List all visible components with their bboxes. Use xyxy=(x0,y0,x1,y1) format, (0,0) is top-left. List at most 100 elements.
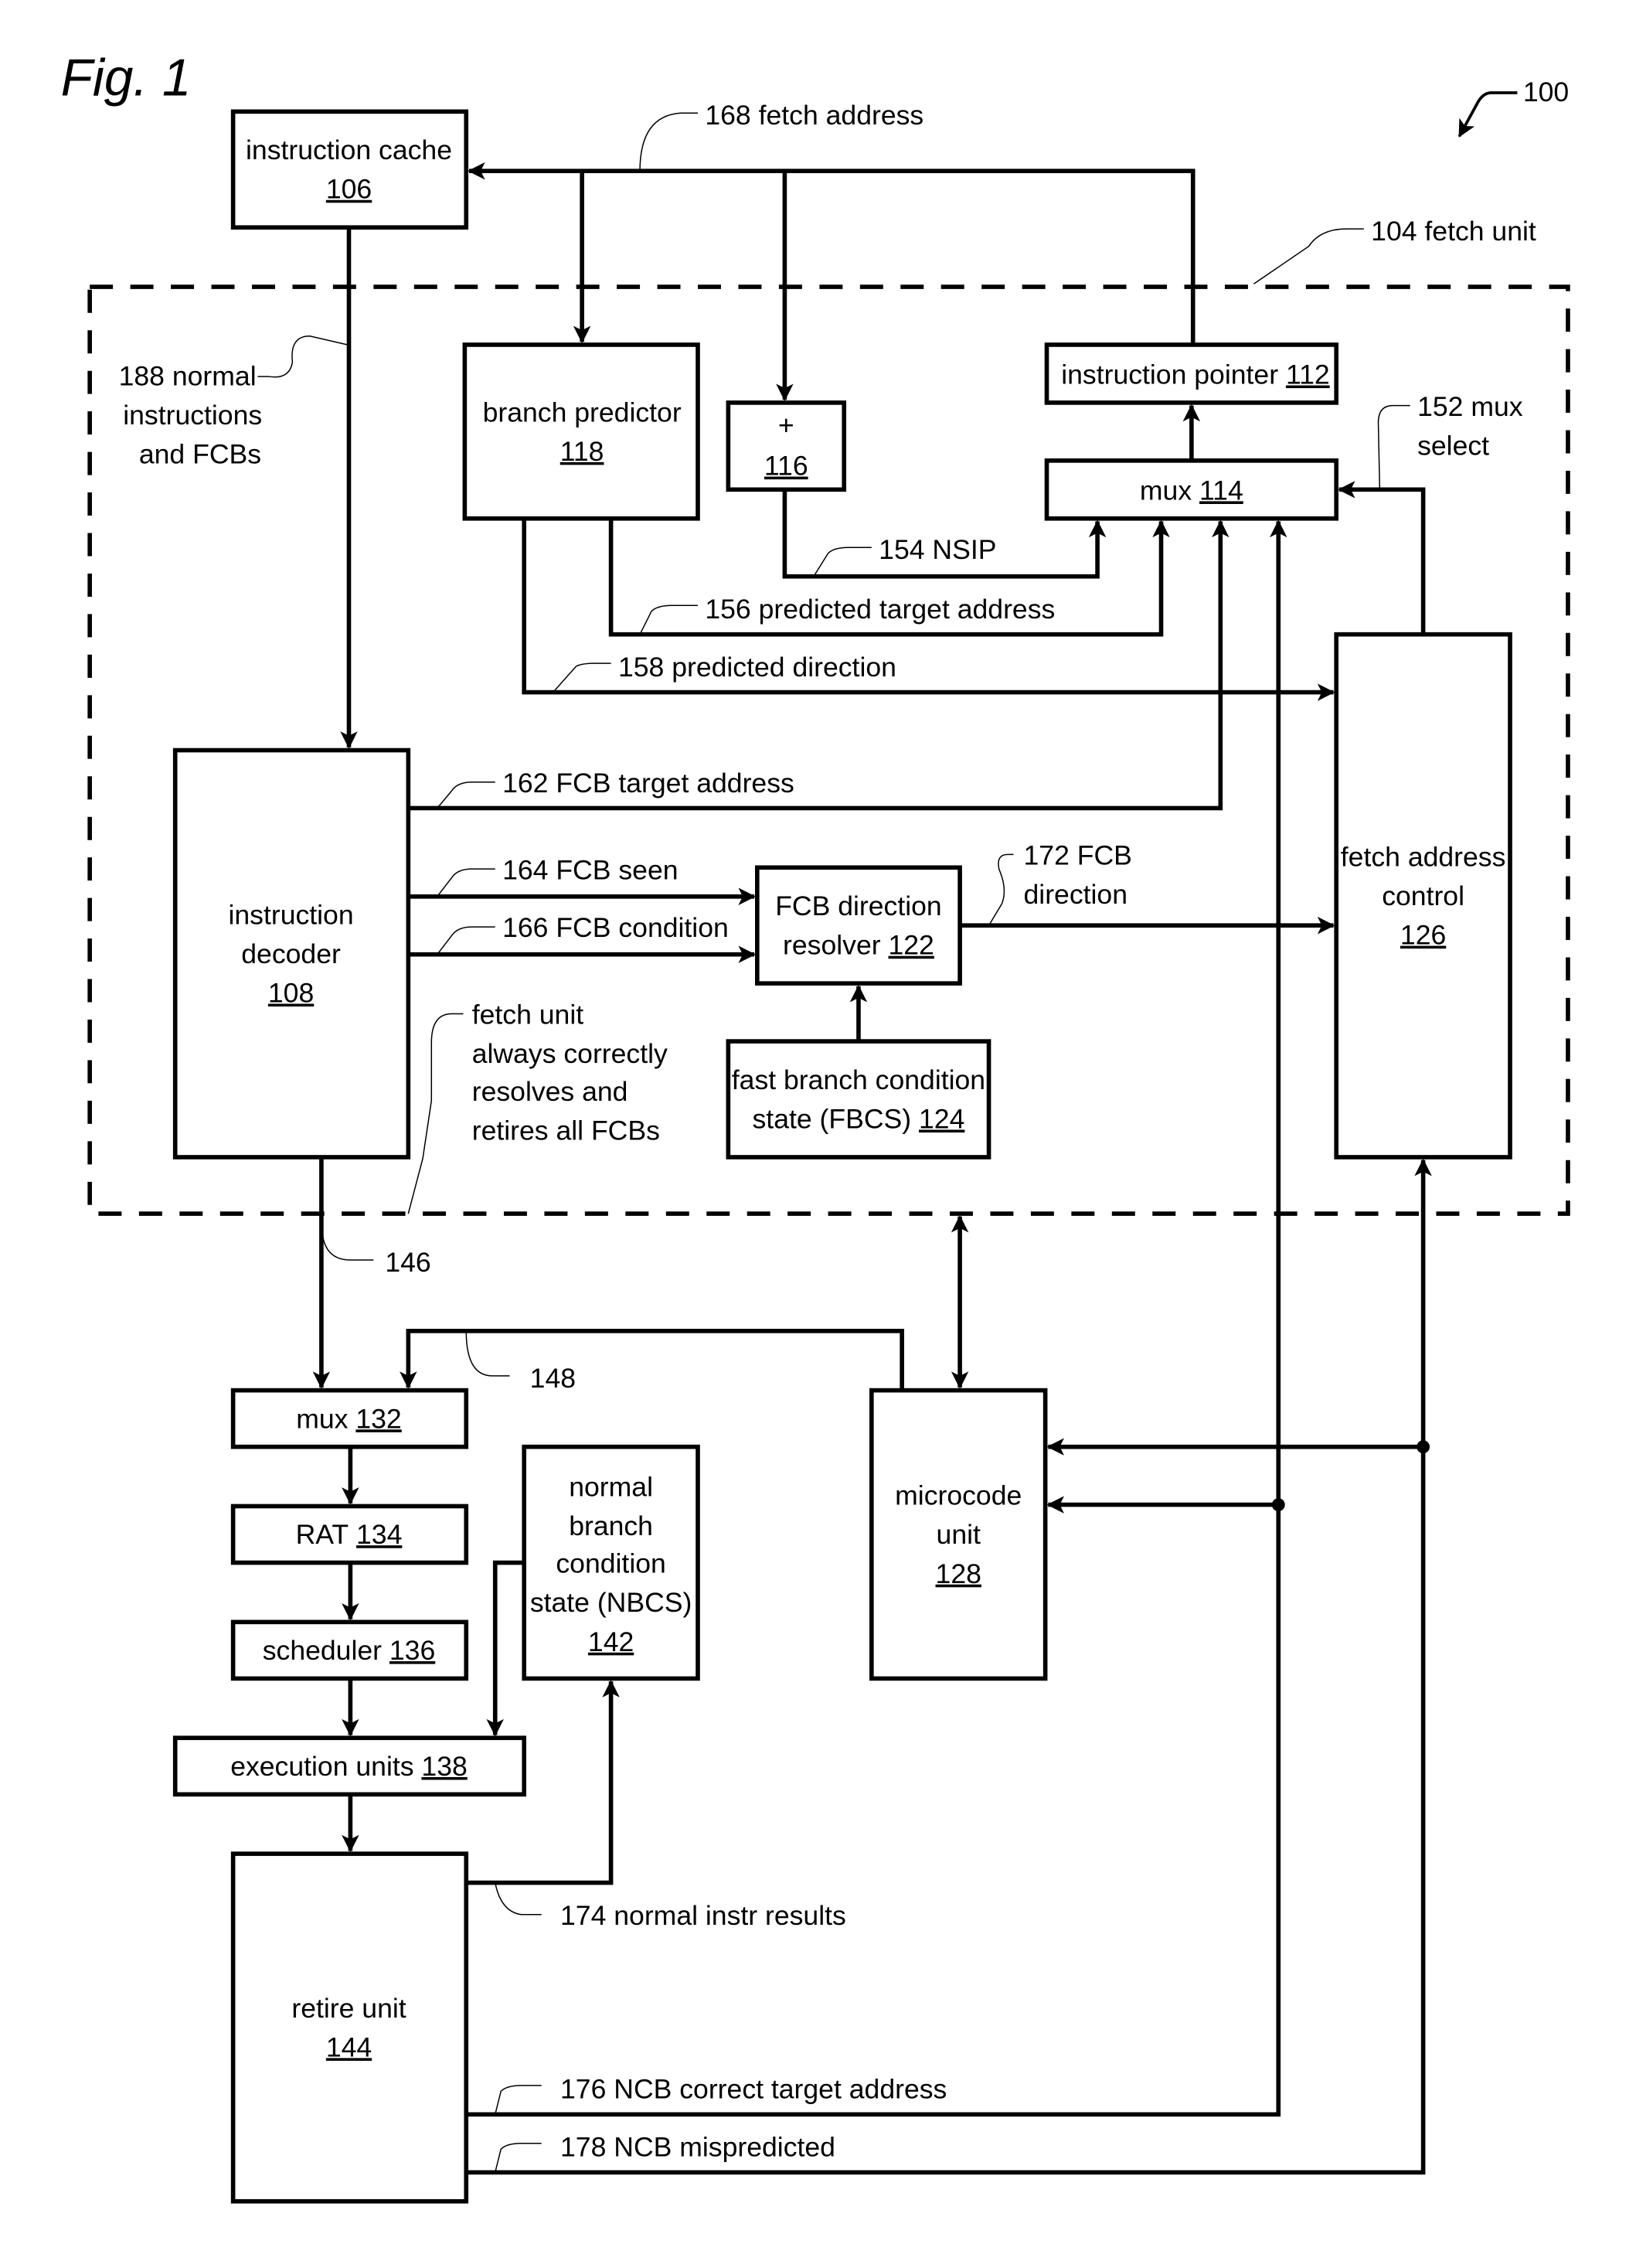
block-retire-unit: retire unit 144 xyxy=(230,1851,469,2204)
signal-label-174: 174 normal instr results xyxy=(560,1900,846,1931)
block-microcode-unit: microcode unit 128 xyxy=(869,1388,1048,1681)
block-ref: 106 xyxy=(326,174,372,205)
block-name: instruction pointer xyxy=(1061,359,1278,390)
wire-microcode-to-mux132 xyxy=(400,1328,904,1391)
signal-label-162: 162 FCB target address xyxy=(502,768,794,799)
block-adder: + 116 xyxy=(726,400,847,492)
leader-164 xyxy=(437,868,495,897)
block-label: state (FBCS) 124 xyxy=(753,1104,965,1135)
block-rat: RAT 134 xyxy=(230,1503,469,1565)
block-ref: 112 xyxy=(1286,359,1330,390)
junction-dot xyxy=(1417,1440,1430,1454)
junction-dot xyxy=(1271,1498,1285,1512)
signal-label-104: 104 fetch unit xyxy=(1371,216,1536,247)
signal-label-164: 164 FCB seen xyxy=(502,854,678,885)
block-name-line: condition xyxy=(556,1548,665,1579)
signal-label-154: 154 NSIP xyxy=(879,534,996,565)
wire-nbcs-to-exec xyxy=(486,1560,525,1737)
block-ref: 114 xyxy=(1199,475,1243,506)
leader-168 xyxy=(639,112,699,172)
figure-title: Fig. 1 xyxy=(61,49,192,107)
block-scheduler: scheduler 136 xyxy=(230,1619,469,1681)
block-name-line: fast branch condition xyxy=(732,1064,985,1095)
leader-188 xyxy=(257,335,348,378)
block-name-line: FCB direction xyxy=(775,891,942,921)
leader-158 xyxy=(553,662,611,693)
wire-mux-select xyxy=(1338,481,1426,635)
signal-label-178: 178 NCB mispredicted xyxy=(560,2132,835,2163)
block-name-line: normal xyxy=(569,1471,653,1502)
system-ref-label: 100 xyxy=(1523,77,1569,107)
fig1-block-diagram: Fig. 1 100 instruction cache 106 branch … xyxy=(61,49,1570,2204)
block-instruction-cache: instruction cache 106 xyxy=(230,109,469,230)
adder-icon: + xyxy=(778,410,794,441)
block-ref: 138 xyxy=(421,1751,467,1782)
signal-label-148: 148 xyxy=(530,1363,576,1394)
leader-172 xyxy=(988,853,1014,926)
note-line: fetch unit xyxy=(472,999,583,1030)
block-name-line: branch xyxy=(569,1510,653,1541)
signal-label-172: 172 FCB xyxy=(1024,840,1132,871)
signal-label-188: 188 normal xyxy=(119,360,257,391)
note-line: resolves and xyxy=(472,1076,628,1107)
leader-162 xyxy=(437,782,495,809)
note-line: retires all FCBs xyxy=(472,1115,660,1146)
block-name-line: control xyxy=(1382,880,1464,911)
signal-label-188: instructions xyxy=(123,400,262,431)
leader-178 xyxy=(494,2143,542,2173)
block-instruction-pointer: instruction pointer 112 xyxy=(1044,342,1339,405)
block-name: branch predictor xyxy=(483,397,682,427)
block-label: resolver 122 xyxy=(783,930,934,961)
block-label: instruction pointer 112 xyxy=(1061,359,1329,390)
block-name-line: decoder xyxy=(241,938,341,969)
block-fcb-direction-resolver: FCB direction resolver 122 xyxy=(755,865,962,986)
signal-label-168: 168 fetch address xyxy=(705,100,923,131)
signal-label-172: direction xyxy=(1024,879,1128,910)
signal-label-166: 166 FCB condition xyxy=(502,912,729,943)
block-label: execution units 138 xyxy=(230,1751,468,1782)
block-ref: 126 xyxy=(1400,920,1446,951)
block-ref: 144 xyxy=(326,2031,372,2062)
signal-label-152: 152 mux xyxy=(1417,391,1523,422)
block-name-line: fetch address xyxy=(1341,841,1506,872)
block-name: mux xyxy=(1140,475,1192,506)
signal-label-156: 156 predicted target address xyxy=(705,594,1055,625)
block-instruction-decoder: instruction decoder 108 xyxy=(172,747,411,1160)
leader-104 xyxy=(1253,228,1364,284)
signal-label-152: select xyxy=(1417,430,1489,461)
block-ref: 142 xyxy=(588,1626,634,1657)
block-ref: 124 xyxy=(919,1104,964,1135)
block-execution-units: execution units 138 xyxy=(172,1735,526,1797)
block-label: mux 132 xyxy=(296,1403,401,1434)
block-name: mux xyxy=(296,1403,348,1434)
signal-label-146: 146 xyxy=(385,1247,430,1278)
leader-166 xyxy=(437,926,495,955)
block-name-line: resolver xyxy=(783,930,881,961)
block-name: scheduler xyxy=(263,1635,382,1666)
block-ref: 136 xyxy=(389,1635,435,1666)
block-label: scheduler 136 xyxy=(263,1635,436,1666)
leader-154 xyxy=(813,547,872,577)
leader-148 xyxy=(465,1330,510,1377)
leader-152 xyxy=(1377,404,1410,490)
block-ref: 134 xyxy=(356,1519,402,1550)
block-label: RAT 134 xyxy=(296,1519,403,1550)
block-label: mux 114 xyxy=(1140,475,1243,506)
block-branch-predictor: branch predictor 118 xyxy=(462,342,700,521)
wire-fetch-address-bus xyxy=(468,162,1196,345)
block-ref: 116 xyxy=(764,451,808,482)
block-ref: 108 xyxy=(268,978,314,1009)
wire-ncb-correct-target xyxy=(466,519,1287,2117)
block-name-line: instruction xyxy=(228,899,353,930)
note-line: always correctly xyxy=(472,1038,668,1069)
block-ref: 118 xyxy=(560,436,604,467)
leader-176 xyxy=(494,2085,542,2115)
leader-174 xyxy=(494,1882,542,1916)
block-name: RAT xyxy=(296,1519,349,1550)
leader-156 xyxy=(639,604,699,635)
signal-label-158: 158 predicted direction xyxy=(618,652,896,683)
leader-note xyxy=(407,1013,464,1214)
block-fbcs: fast branch condition state (FBCS) 124 xyxy=(726,1039,991,1160)
block-ref: 128 xyxy=(936,1558,981,1589)
block-name: execution units xyxy=(230,1751,413,1782)
